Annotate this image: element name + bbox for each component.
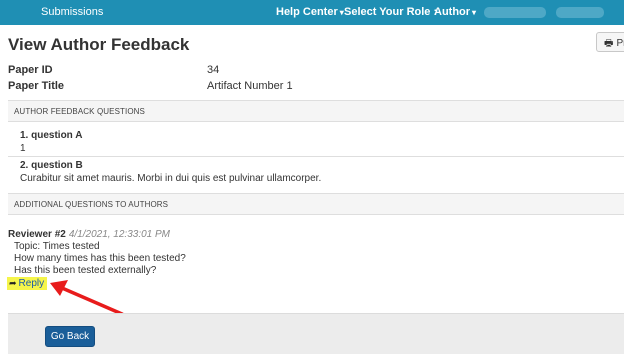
annotation-arrow (50, 280, 124, 316)
go-back-button[interactable]: Go Back (45, 326, 95, 347)
annotation-arrow-shaft (60, 286, 124, 316)
footer-bar (8, 313, 624, 354)
